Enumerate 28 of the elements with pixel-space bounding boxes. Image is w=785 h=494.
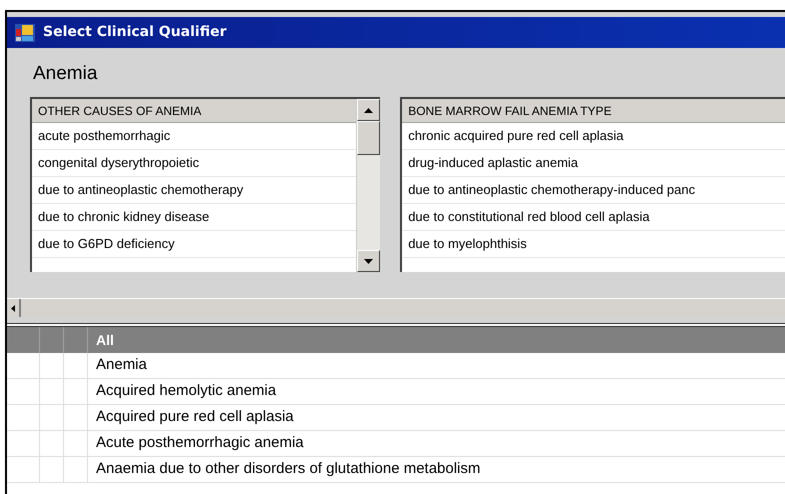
list-item[interactable]: acute posthemorrhagic bbox=[32, 123, 356, 150]
list-item[interactable]: drug-induced aplastic anemia bbox=[402, 150, 785, 177]
table-cell[interactable]: Acquired hemolytic anemia bbox=[88, 379, 785, 404]
down-arrow-icon bbox=[364, 258, 374, 264]
table-cell[interactable]: Anemia bbox=[88, 353, 785, 378]
up-arrow-icon bbox=[364, 108, 374, 112]
column-header[interactable]: OTHER CAUSES OF ANEMIA bbox=[32, 99, 356, 123]
list-item[interactable]: due to constitutional red blood cell aplasia bbox=[402, 204, 785, 231]
list-item[interactable]: due to antineoplastic chemotherapy-induced panc bbox=[402, 177, 785, 204]
column-header[interactable]: BONE MARROW FAIL ANEMIA TYPE bbox=[402, 99, 785, 123]
list-item[interactable]: due to chronic kidney disease bbox=[32, 204, 356, 231]
window-title: Select Clinical Qualifier bbox=[43, 23, 226, 42]
table-cell[interactable]: Acquired pure red cell aplasia bbox=[88, 405, 785, 430]
horizontal-scrollbar[interactable] bbox=[7, 298, 785, 317]
page-heading: Anemia bbox=[33, 62, 98, 86]
list-item[interactable]: due to myelophthisis bbox=[402, 231, 785, 258]
list-item[interactable]: congenital dyserythropoietic bbox=[32, 150, 356, 177]
list-item[interactable]: chronic acquired pure red cell aplasia bbox=[402, 123, 785, 150]
table-cell[interactable]: Anaemia due to other disorders of glutathione metabolism bbox=[88, 457, 785, 482]
app-icon bbox=[15, 24, 35, 42]
scroll-thumb[interactable] bbox=[357, 121, 380, 155]
list-item[interactable]: due to G6PD deficiency bbox=[32, 231, 356, 258]
left-arrow-icon bbox=[11, 304, 15, 312]
table-cell[interactable]: Acute posthemorrhagic anemia bbox=[88, 431, 785, 456]
scroll-down-button[interactable] bbox=[357, 250, 380, 272]
vertical-scrollbar[interactable] bbox=[356, 99, 380, 272]
list-item[interactable]: due to antineoplastic chemotherapy bbox=[32, 177, 356, 204]
scroll-up-button[interactable] bbox=[357, 99, 380, 121]
